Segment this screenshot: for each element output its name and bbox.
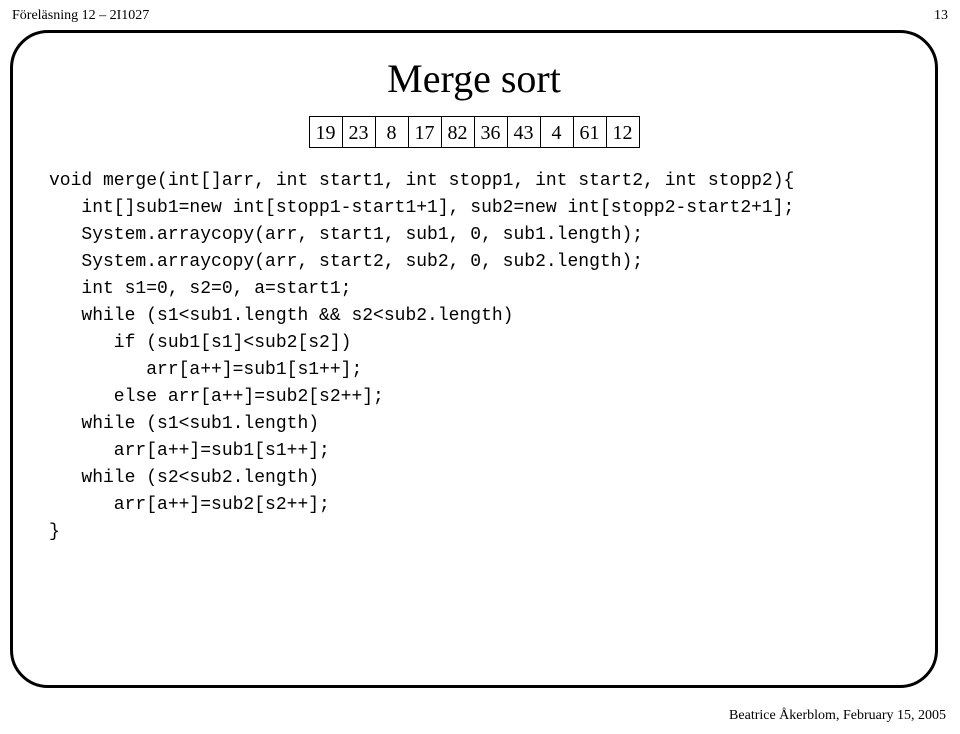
code-line: while (s1<sub1.length)	[49, 414, 319, 434]
slide-footer: Beatrice Åkerblom, February 15, 2005	[729, 708, 946, 724]
slide-frame: Merge sort 19 23 8 17 82 36 43 4 61 12 v…	[10, 30, 938, 688]
array-cell: 23	[342, 116, 376, 148]
page-number: 13	[934, 8, 948, 24]
code-line: void merge(int[]arr, int start1, int sto…	[49, 171, 794, 191]
array-cell: 8	[375, 116, 409, 148]
array-cell: 19	[309, 116, 343, 148]
code-line: System.arraycopy(arr, start1, sub1, 0, s…	[49, 225, 643, 245]
array-cell: 4	[540, 116, 574, 148]
number-row: 19 23 8 17 82 36 43 4 61 12	[17, 116, 931, 148]
slide-content: Merge sort 19 23 8 17 82 36 43 4 61 12 v…	[17, 55, 931, 699]
code-line: int[]sub1=new int[stopp1-start1+1], sub2…	[49, 198, 794, 218]
array-cell: 12	[606, 116, 640, 148]
array-cell: 61	[573, 116, 607, 148]
code-line: arr[a++]=sub1[s1++];	[49, 441, 330, 461]
code-line: while (s2<sub2.length)	[49, 468, 319, 488]
code-line: else arr[a++]=sub2[s2++];	[49, 387, 384, 407]
slide-title: Merge sort	[17, 55, 931, 102]
code-line: }	[49, 522, 60, 542]
code-line: int s1=0, s2=0, a=start1;	[49, 279, 351, 299]
slide-header: Föreläsning 12 – 2I1027 13	[12, 8, 948, 24]
header-left: Föreläsning 12 – 2I1027	[12, 8, 149, 24]
code-block: void merge(int[]arr, int start1, int sto…	[49, 168, 931, 546]
array-cell: 82	[441, 116, 475, 148]
array-cell: 17	[408, 116, 442, 148]
array-cell: 43	[507, 116, 541, 148]
code-line: if (sub1[s1]<sub2[s2])	[49, 333, 351, 353]
code-line: System.arraycopy(arr, start2, sub2, 0, s…	[49, 252, 643, 272]
code-line: arr[a++]=sub1[s1++];	[49, 360, 362, 380]
code-line: arr[a++]=sub2[s2++];	[49, 495, 330, 515]
array-cell: 36	[474, 116, 508, 148]
code-line: while (s1<sub1.length && s2<sub2.length)	[49, 306, 513, 326]
